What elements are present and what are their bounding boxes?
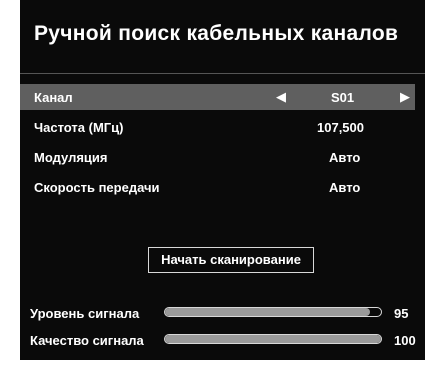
signal-quality-fill xyxy=(165,335,381,343)
signal-level-value: 95 xyxy=(394,306,409,321)
left-arrow-icon[interactable]: ◀ xyxy=(276,89,286,105)
signal-level-meter: Уровень сигнала 95 xyxy=(20,305,425,323)
signal-level-fill xyxy=(165,308,371,316)
modulation-value: Авто xyxy=(329,150,361,165)
channel-value: S01 xyxy=(331,90,355,105)
signal-quality-label: Качество сигнала xyxy=(30,333,144,348)
signal-quality-value: 100 xyxy=(394,333,416,348)
signal-level-label: Уровень сигнала xyxy=(30,306,140,321)
right-arrow-icon[interactable]: ▶ xyxy=(400,89,410,105)
channel-label: Канал xyxy=(34,90,73,105)
start-scan-button[interactable]: Начать сканирование xyxy=(148,247,314,273)
cable-manual-search-panel: Ручной поиск кабельных каналов Канал ◀ S… xyxy=(20,0,425,360)
symbol-rate-value: Авто xyxy=(329,180,361,195)
frequency-row[interactable]: Частота (МГц) 107,500 xyxy=(20,114,415,140)
title-divider xyxy=(20,73,425,74)
signal-quality-bar xyxy=(164,334,382,344)
modulation-label: Модуляция xyxy=(34,150,108,165)
symbol-rate-row[interactable]: Скорость передачи Авто xyxy=(20,174,415,200)
frequency-value: 107,500 xyxy=(317,120,364,135)
modulation-row[interactable]: Модуляция Авто xyxy=(20,144,415,170)
page-title: Ручной поиск кабельных каналов xyxy=(34,22,399,45)
signal-level-bar xyxy=(164,307,382,317)
channel-row[interactable]: Канал ◀ S01 ▶ xyxy=(20,84,415,110)
symbol-rate-label: Скорость передачи xyxy=(34,180,160,195)
signal-quality-meter: Качество сигнала 100 xyxy=(20,332,425,350)
frequency-label: Частота (МГц) xyxy=(34,120,124,135)
